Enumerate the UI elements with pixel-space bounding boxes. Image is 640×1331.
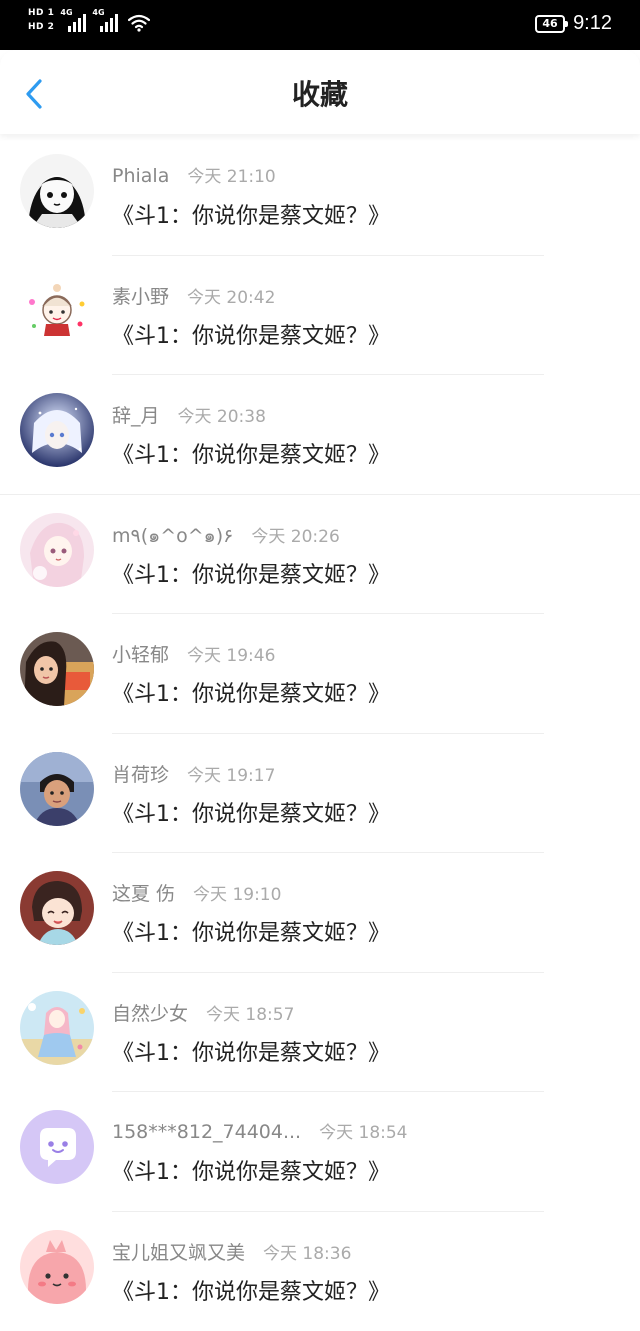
signal-1-icon: 4G [60, 10, 86, 32]
item-content[interactable]: 《斗1：你说你是蔡文姬？》 [112, 557, 390, 589]
list-item[interactable]: 自然少女 今天 18:57 《斗1：你说你是蔡文姬？》 [0, 973, 640, 1093]
item-content[interactable]: 《斗1：你说你是蔡文姬？》 [112, 676, 390, 708]
item-meta: 辞_月 今天 20:38 [112, 401, 266, 428]
item-content[interactable]: 《斗1：你说你是蔡文姬？》 [112, 915, 390, 947]
username[interactable]: Phiala [112, 165, 169, 187]
battery-level: 46 [542, 17, 557, 30]
timestamp: 今天 19:17 [187, 761, 275, 786]
item-meta: 小轻郁 今天 19:46 [112, 640, 275, 667]
username[interactable]: 宝儿姐又飒又美 [112, 1238, 245, 1265]
status-time: 9:12 [573, 12, 612, 35]
item-content[interactable]: 《斗1：你说你是蔡文姬？》 [112, 796, 390, 828]
item-meta: 158***812_74404... 今天 18:54 [112, 1118, 408, 1143]
net1-label: 4G [60, 8, 72, 17]
username[interactable]: 辞_月 [112, 401, 160, 428]
list-item[interactable]: 小轻郁 今天 19:46 《斗1：你说你是蔡文姬？》 [0, 614, 640, 734]
username[interactable]: 肖荷珍 [112, 760, 169, 787]
item-meta: 宝儿姐又飒又美 今天 18:36 [112, 1238, 351, 1265]
item-content[interactable]: 《斗1：你说你是蔡文姬？》 [112, 437, 390, 469]
wifi-icon [128, 14, 150, 32]
page-title: 收藏 [0, 78, 640, 112]
sim-indicators: HD 1 HD 2 [28, 8, 54, 33]
item-meta: Phiala 今天 21:10 [112, 162, 276, 187]
list-item[interactable]: 宝儿姐又飒又美 今天 18:36 《斗1：你说你是蔡文姬？》 [0, 1212, 640, 1331]
username[interactable]: m٩(๑^o^๑)۶ [112, 521, 233, 551]
timestamp: 今天 21:10 [187, 162, 275, 187]
timestamp: 今天 18:57 [206, 1000, 294, 1025]
list-item[interactable]: 辞_月 今天 20:38 《斗1：你说你是蔡文姬？》 [0, 375, 640, 495]
avatar[interactable] [20, 632, 94, 706]
sim2-label: HD 2 [28, 22, 54, 33]
list-item[interactable]: Phiala 今天 21:10 《斗1：你说你是蔡文姬？》 [0, 136, 640, 256]
avatar[interactable] [20, 871, 94, 945]
item-meta: 这夏 伤 今天 19:10 [112, 879, 281, 906]
status-left: HD 1 HD 2 4G 4G [28, 8, 150, 33]
chat-bubble-icon [20, 1110, 94, 1184]
status-right: 46 9:12 [535, 12, 612, 35]
timestamp: 今天 18:36 [263, 1239, 351, 1264]
avatar[interactable] [20, 393, 94, 467]
avatar[interactable] [20, 274, 94, 348]
username[interactable]: 这夏 伤 [112, 879, 175, 906]
avatar[interactable] [20, 752, 94, 826]
item-meta: 素小野 今天 20:42 [112, 282, 275, 309]
avatar[interactable] [20, 154, 94, 228]
avatar[interactable] [20, 1110, 94, 1184]
username[interactable]: 小轻郁 [112, 640, 169, 667]
avatar[interactable] [20, 513, 94, 587]
list-item[interactable]: 素小野 今天 20:42 《斗1：你说你是蔡文姬？》 [0, 256, 640, 376]
item-content[interactable]: 《斗1：你说你是蔡文姬？》 [112, 1274, 390, 1306]
timestamp: 今天 19:46 [187, 641, 275, 666]
username[interactable]: 自然少女 [112, 999, 188, 1026]
list-item[interactable]: 肖荷珍 今天 19:17 《斗1：你说你是蔡文姬？》 [0, 734, 640, 854]
timestamp: 今天 20:38 [178, 402, 266, 427]
net2-label: 4G [92, 8, 104, 17]
sim1-label: HD 1 [28, 8, 54, 19]
timestamp: 今天 18:54 [319, 1118, 407, 1143]
item-meta: m٩(๑^o^๑)۶ 今天 20:26 [112, 521, 340, 551]
item-content[interactable]: 《斗1：你说你是蔡文姬？》 [112, 198, 390, 230]
avatar[interactable] [20, 1230, 94, 1304]
avatar[interactable] [20, 991, 94, 1065]
battery-icon: 46 [535, 15, 565, 33]
username[interactable]: 素小野 [112, 282, 169, 309]
timestamp: 今天 20:26 [251, 522, 339, 547]
item-content[interactable]: 《斗1：你说你是蔡文姬？》 [112, 1035, 390, 1067]
favorites-list: Phiala 今天 21:10 《斗1：你说你是蔡文姬？》 [0, 136, 640, 1331]
signal-2-icon: 4G [92, 10, 118, 32]
status-bar: HD 1 HD 2 4G 4G 46 9:12 [0, 0, 640, 50]
item-meta: 自然少女 今天 18:57 [112, 999, 294, 1026]
list-item[interactable]: 这夏 伤 今天 19:10 《斗1：你说你是蔡文姬？》 [0, 853, 640, 973]
timestamp: 今天 19:10 [193, 880, 281, 905]
timestamp: 今天 20:42 [187, 283, 275, 308]
item-meta: 肖荷珍 今天 19:17 [112, 760, 275, 787]
list-item[interactable]: m٩(๑^o^๑)۶ 今天 20:26 《斗1：你说你是蔡文姬？》 [0, 495, 640, 615]
item-content[interactable]: 《斗1：你说你是蔡文姬？》 [112, 318, 390, 350]
list-item[interactable]: 158***812_74404... 今天 18:54 《斗1：你说你是蔡文姬？… [0, 1092, 640, 1212]
username[interactable]: 158***812_74404... [112, 1121, 301, 1143]
item-content[interactable]: 《斗1：你说你是蔡文姬？》 [112, 1154, 390, 1186]
app-header: 收藏 [0, 50, 640, 134]
